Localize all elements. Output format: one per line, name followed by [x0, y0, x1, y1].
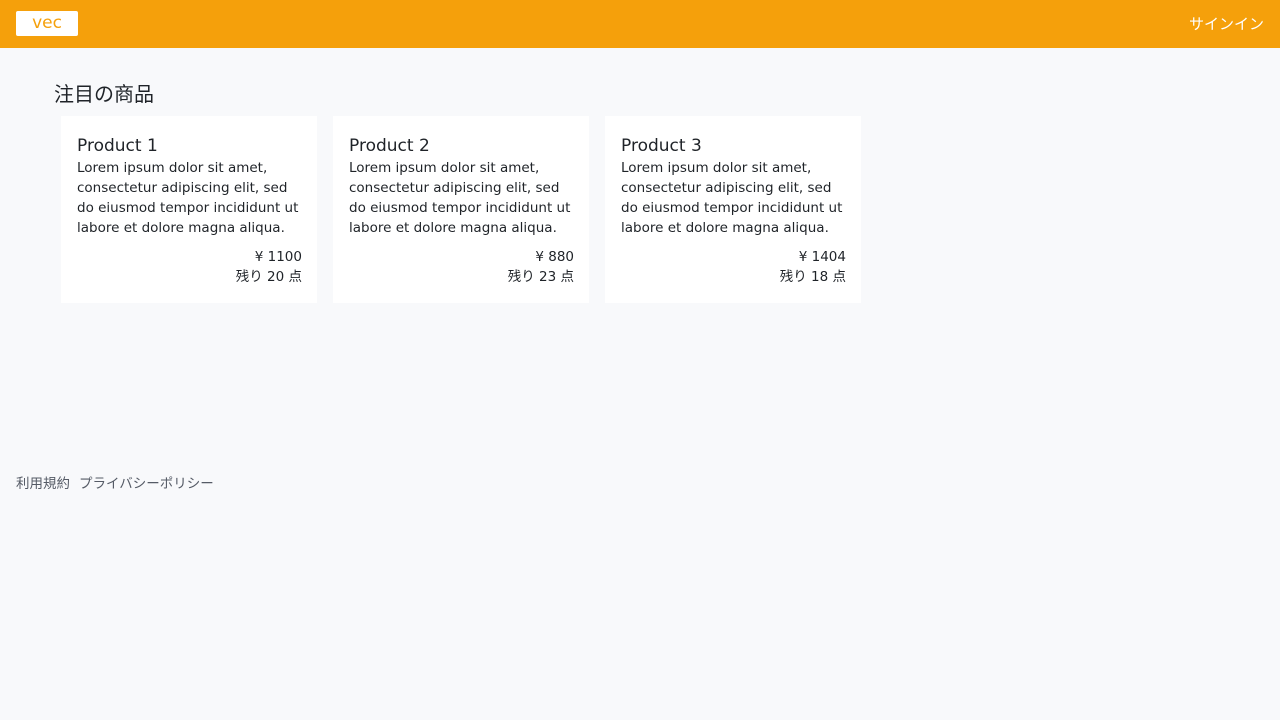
product-description: Lorem ipsum dolor sit amet, consectetur … — [77, 160, 299, 236]
product-stock: 残り 23 点 — [507, 269, 574, 285]
product-meta: ¥ 1404 残り 18 点 — [621, 247, 846, 287]
product-price: ¥ 1404 — [798, 249, 846, 265]
product-meta: ¥ 1100 残り 20 点 — [77, 247, 302, 287]
section-title: 注目の商品 — [54, 82, 154, 106]
top-navbar: vec サインイン — [0, 0, 1280, 48]
terms-link[interactable]: 利用規約 — [16, 474, 70, 494]
product-stock: 残り 20 点 — [235, 269, 302, 285]
product-card[interactable]: Product 2 Lorem ipsum dolor sit amet, co… — [333, 116, 589, 303]
signin-link[interactable]: サインイン — [1189, 13, 1264, 35]
product-price: ¥ 1100 — [254, 249, 302, 265]
product-meta: ¥ 880 残り 23 点 — [349, 247, 574, 287]
product-list: Product 1 Lorem ipsum dolor sit amet, co… — [61, 116, 861, 303]
privacy-policy-link[interactable]: プライバシーポリシー — [79, 474, 214, 494]
product-card[interactable]: Product 1 Lorem ipsum dolor sit amet, co… — [61, 116, 317, 303]
product-description: Lorem ipsum dolor sit amet, consectetur … — [621, 160, 843, 236]
product-title: Product 3 — [621, 136, 702, 156]
logo-link[interactable]: vec — [16, 11, 78, 36]
product-title: Product 2 — [349, 136, 430, 156]
product-title: Product 1 — [77, 136, 158, 156]
product-card[interactable]: Product 3 Lorem ipsum dolor sit amet, co… — [605, 116, 861, 303]
product-stock: 残り 18 点 — [779, 269, 846, 285]
product-price: ¥ 880 — [535, 249, 574, 265]
footer: 利用規約 プライバシーポリシー — [16, 474, 214, 494]
product-description: Lorem ipsum dolor sit amet, consectetur … — [349, 160, 571, 236]
